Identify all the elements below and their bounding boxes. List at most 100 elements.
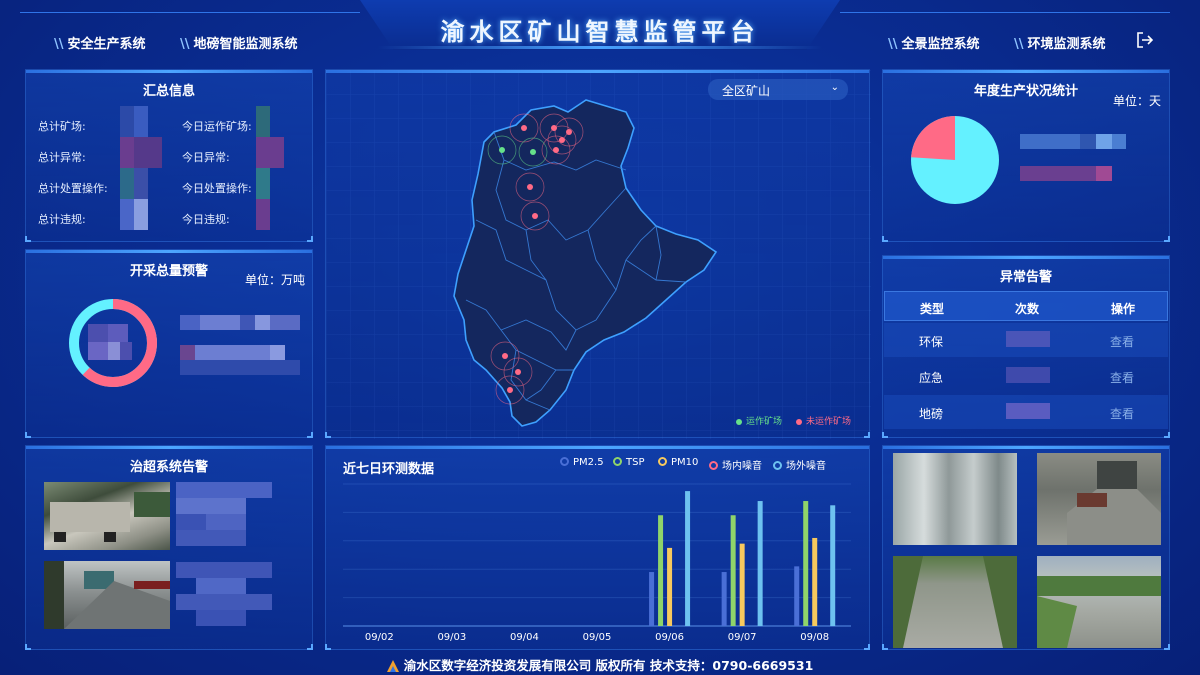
alarm-count-redacted — [1006, 367, 1050, 383]
summary-panel: 汇总信息 总计矿场: 今日运作矿场: 总计异常: 今日异常: 总计处置操作: 今… — [25, 69, 313, 242]
nav-panorama[interactable]: \\ 全景监控系统 — [888, 33, 980, 52]
overload-panel: 治超系统告警 — [25, 445, 313, 650]
logout-icon[interactable] — [1136, 31, 1154, 49]
nav-safety-production[interactable]: \\ 安全生产系统 — [54, 33, 146, 52]
cameras-panel — [882, 445, 1170, 650]
bar-TSP[interactable] — [658, 515, 664, 626]
pie-red-slice — [911, 116, 955, 160]
table-row: 应急 查看 — [884, 359, 1168, 393]
x-tick-label: 09/05 — [583, 632, 612, 643]
legend-pm10[interactable]: PM10 — [658, 457, 698, 468]
bar-PM2.5[interactable] — [721, 572, 727, 626]
panel-corner — [307, 432, 313, 438]
panel-corner — [307, 236, 313, 242]
legend-ring-icon — [709, 461, 718, 470]
bar-场外噪音[interactable] — [685, 491, 691, 626]
mining-warning-unit: 单位：万吨 — [245, 273, 306, 287]
column-header-count: 次数 — [1015, 302, 1040, 316]
x-tick-label: 09/02 — [365, 632, 394, 643]
overload-camera-thumbnail[interactable] — [44, 482, 170, 550]
bar-TSP[interactable] — [803, 501, 809, 626]
bar-TSP[interactable] — [730, 515, 736, 626]
summary-label: 今日违规: — [182, 213, 230, 226]
legend-ring-icon — [658, 457, 667, 466]
legend-dot-icon — [796, 418, 802, 425]
page-title: 渝水区矿山智慧监管平台 — [440, 18, 760, 46]
view-link[interactable]: 查看 — [1110, 369, 1134, 386]
summary-label: 总计矿场: — [38, 120, 86, 133]
summary-label: 今日异常: — [182, 151, 230, 164]
company-logo-icon — [386, 660, 399, 672]
table-row: 地磅 查看 — [884, 395, 1168, 429]
bar-PM2.5[interactable] — [649, 572, 655, 626]
header-line-right — [840, 12, 1170, 13]
panel-corner — [1164, 644, 1170, 650]
map-legend-active: 运作矿场 — [736, 414, 782, 427]
bar-PM10[interactable] — [667, 547, 673, 626]
alarms-title: 异常告警 — [999, 270, 1052, 285]
header-line-left — [20, 12, 360, 13]
bar-场外噪音[interactable] — [830, 505, 836, 626]
legend-inside-noise[interactable]: 场内噪音 — [709, 457, 762, 472]
panel-corner — [307, 644, 313, 650]
nav-label: 安全生产系统 — [67, 37, 146, 52]
alarm-type: 地磅 — [919, 407, 944, 421]
table-row: 环保 查看 — [884, 323, 1168, 357]
nav-slash-icon: \\ — [1014, 37, 1024, 52]
alarms-table-header: 类型 次数 操作 — [884, 291, 1168, 321]
panel-corner — [325, 432, 331, 438]
bar-PM10[interactable] — [812, 537, 818, 626]
camera-feed-thumbnail[interactable] — [1037, 453, 1161, 545]
legend-label: 未运作矿场 — [806, 417, 852, 427]
legend-label: PM10 — [671, 457, 699, 468]
overload-title: 治超系统告警 — [129, 460, 208, 475]
legend-label: 场外噪音 — [786, 461, 826, 472]
legend-label: 场内噪音 — [722, 461, 762, 472]
map-panel: 全区矿山 ⌄ 运作矿场 未运作矿场 — [325, 69, 871, 439]
panel-corner — [864, 644, 870, 650]
summary-title: 汇总信息 — [142, 84, 195, 99]
legend-ring-icon — [613, 457, 622, 466]
x-tick-label: 09/03 — [437, 632, 466, 643]
panel-corner — [325, 644, 331, 650]
nav-label: 全景监控系统 — [901, 37, 980, 52]
column-header-action: 操作 — [1111, 302, 1136, 316]
overload-camera-thumbnail[interactable] — [44, 561, 170, 629]
mine-filter-value: 全区矿山 — [722, 84, 771, 98]
bar-PM10[interactable] — [739, 543, 745, 626]
summary-label: 总计违规: — [38, 213, 86, 226]
mining-donut-chart — [69, 299, 157, 387]
bar-场外噪音[interactable] — [757, 501, 763, 626]
view-link[interactable]: 查看 — [1110, 405, 1134, 422]
x-tick-label: 09/07 — [728, 632, 757, 643]
panel-corner — [1164, 432, 1170, 438]
nav-environment[interactable]: \\ 环境监测系统 — [1014, 33, 1106, 52]
summary-redacted-values — [120, 106, 162, 230]
env-bar-chart: 09/02 09/03 09/04 09/05 09/06 09/07 09/08 — [343, 483, 851, 643]
legend-pm25[interactable]: PM2.5 — [560, 457, 604, 468]
summary-label: 今日处置操作: — [182, 182, 252, 195]
mining-warning-panel: 开采总量预警 单位：万吨 — [25, 249, 313, 438]
mining-redacted-values — [180, 315, 300, 375]
legend-tsp[interactable]: TSP — [613, 457, 645, 468]
alarm-type: 环保 — [919, 335, 944, 349]
legend-outside-noise[interactable]: 场外噪音 — [773, 457, 826, 472]
bar-PM2.5[interactable] — [794, 566, 800, 626]
column-header-type: 类型 — [920, 302, 945, 316]
panel-corner — [25, 644, 31, 650]
nav-label: 环境监测系统 — [1027, 37, 1106, 52]
legend-label: 运作矿场 — [746, 417, 783, 427]
camera-feed-thumbnail[interactable] — [893, 453, 1017, 545]
summary-label: 总计异常: — [38, 151, 86, 164]
panel-corner — [882, 432, 888, 438]
view-link[interactable]: 查看 — [1110, 333, 1134, 350]
x-tick-label: 09/06 — [655, 632, 684, 643]
camera-feed-thumbnail[interactable] — [1037, 556, 1161, 648]
footer: 渝水区数字经济投资发展有限公司 版权所有 技术支持：0790-6669531 — [0, 655, 1200, 674]
mine-filter-dropdown[interactable]: 全区矿山 ⌄ — [708, 79, 848, 100]
legend-label: PM2.5 — [573, 457, 604, 468]
camera-feed-thumbnail[interactable] — [893, 556, 1017, 648]
nav-weighbridge[interactable]: \\ 地磅智能监测系统 — [180, 33, 298, 52]
district-map[interactable] — [326, 70, 871, 439]
alarm-count-redacted — [1006, 331, 1050, 347]
